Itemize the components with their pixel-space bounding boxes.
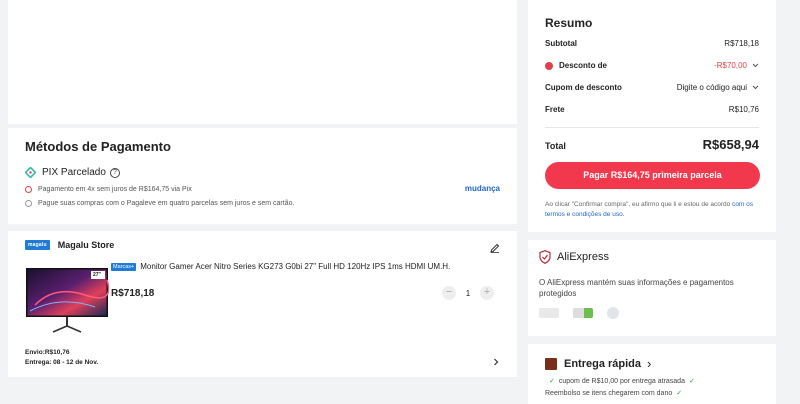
package-icon xyxy=(545,357,557,370)
alert-icon xyxy=(25,186,32,193)
fast-delivery-header: Entrega rápida › xyxy=(545,356,651,371)
damage-refund-line: Reembolso se itens chegarem com dano ✓ xyxy=(545,389,686,398)
monitor-size-label: 27" xyxy=(93,272,101,278)
summary-divider xyxy=(545,127,759,128)
info-icon xyxy=(25,200,32,207)
chevron-right-icon[interactable]: › xyxy=(647,356,651,371)
store-name[interactable]: Magalu Store xyxy=(58,240,115,250)
pagaleve-note: Pague suas compras com o Pagaleve em qua… xyxy=(25,200,294,207)
pay-first-installment-button[interactable]: Pagar R$164,75 primeira parcela xyxy=(545,162,760,189)
aliexpress-brand: AliExpress xyxy=(557,251,609,263)
check-icon: ✓ xyxy=(688,378,695,385)
subtotal-value: R$718,18 xyxy=(724,39,759,48)
discount-value: -R$70,00 xyxy=(714,61,747,70)
pix-icon xyxy=(24,166,37,179)
coupon-row[interactable]: Cupom de desconto Digite o código aqui xyxy=(545,83,759,92)
total-label: Total xyxy=(545,141,566,151)
help-icon[interactable]: ? xyxy=(109,167,120,178)
check-icon: ✓ xyxy=(676,390,683,397)
summary-title: Resumo xyxy=(545,16,593,30)
store-cart-section: magalu Magalu Store 27" Marcas+ Monitor … xyxy=(8,231,517,377)
pagaleve-note-text: Pague suas compras com o Pagaleve em qua… xyxy=(38,200,295,207)
discount-label-wrap: Desconto de xyxy=(545,61,607,70)
chevron-right-icon[interactable] xyxy=(492,353,500,366)
shield-icon xyxy=(539,250,551,264)
discount-value-wrap: -R$70,00 xyxy=(714,61,759,70)
product-price: R$718,18 xyxy=(111,288,155,299)
change-payment-link[interactable]: mudança xyxy=(465,184,500,193)
coupon-input-prompt[interactable]: Digite o código aqui xyxy=(677,83,747,92)
check-icon: ✓ xyxy=(549,378,555,385)
decrease-qty-button[interactable]: − xyxy=(442,286,456,300)
pix-note-installments-text: Pagamento em 4x sem juros de R$164,75 vi… xyxy=(38,186,192,193)
pix-note-installments: Pagamento em 4x sem juros de R$164,75 vi… xyxy=(25,186,192,193)
delivery-estimate: Entrega: 08 - 12 de Nov. xyxy=(25,359,99,366)
discount-row[interactable]: Desconto de -R$70,00 xyxy=(545,61,759,70)
shipping-value: R$10,76 xyxy=(728,105,759,114)
chevron-down-icon[interactable] xyxy=(752,84,759,91)
shipping-row: Frete R$10,76 xyxy=(545,105,759,114)
product-title-row[interactable]: Marcas+ Monitor Gamer Acer Nitro Series … xyxy=(111,262,506,271)
quantity-value: 1 xyxy=(465,288,471,298)
marcas-plus-badge: Marcas+ xyxy=(111,262,137,271)
late-delivery-coupon-text: cupom de R$10,00 por entrega atrasada xyxy=(558,377,685,385)
late-delivery-coupon-line: ✓ cupom de R$10,00 por entrega atrasada … xyxy=(545,377,699,386)
coupon-value-wrap: Digite o código aqui xyxy=(677,83,759,92)
coupon-label: Cupom de desconto xyxy=(545,83,622,92)
payment-methods-section: Métodos de Pagamento PIX Parcelado ? Pag… xyxy=(8,128,517,224)
shipping-cost: Envio:R$10,76 xyxy=(25,349,70,356)
verified-badge-icon xyxy=(573,308,593,318)
edit-icon[interactable] xyxy=(490,240,500,253)
aliexpress-protection-text: O AliExpress mantém suas informações e p… xyxy=(539,278,734,298)
total-value: R$658,94 xyxy=(702,137,759,152)
payment-methods-title: Métodos de Pagamento xyxy=(25,139,171,154)
increase-qty-button[interactable]: + xyxy=(480,286,494,300)
product-title: Monitor Gamer Acer Nitro Series KG273 G0… xyxy=(140,262,451,271)
magalu-logo: magalu xyxy=(25,240,50,250)
order-summary: Resumo Subtotal R$718,18 Desconto de -R$… xyxy=(528,0,776,232)
discount-icon xyxy=(545,61,553,70)
aliexpress-protection-card: AliExpress O AliExpress mantém suas info… xyxy=(528,240,776,336)
fast-delivery-title: Entrega rápida xyxy=(564,357,642,370)
subtotal-row: Subtotal R$718,18 xyxy=(545,39,759,48)
top-blank-panel xyxy=(8,0,517,124)
quantity-stepper[interactable]: − 1 + xyxy=(442,286,494,300)
pix-method-label: PIX Parcelado xyxy=(42,167,106,178)
chevron-down-icon[interactable] xyxy=(752,62,759,69)
shipping-label: Frete xyxy=(545,105,565,114)
fast-delivery-card[interactable]: Entrega rápida › ✓ cupom de R$10,00 por … xyxy=(528,344,776,404)
terms-prefix: Ao clicar "Confirmar compra", eu afirmo … xyxy=(545,201,733,208)
security-badges xyxy=(539,307,619,319)
store-header: magalu Magalu Store xyxy=(25,240,114,250)
pci-badge-icon xyxy=(539,308,559,318)
secure-seal-icon xyxy=(607,307,619,319)
pix-method-option[interactable]: PIX Parcelado ? xyxy=(24,166,120,179)
aliexpress-header: AliExpress xyxy=(539,250,609,264)
discount-label: Desconto de xyxy=(559,61,608,70)
terms-suffix: . xyxy=(622,211,625,218)
product-image-monitor[interactable]: 27" xyxy=(25,265,110,335)
damage-refund-text: Reembolso se itens chegarem com dano xyxy=(545,389,673,397)
terms-text: Ao clicar "Confirmar compra", eu afirmo … xyxy=(545,200,760,220)
subtotal-label: Subtotal xyxy=(545,39,577,48)
